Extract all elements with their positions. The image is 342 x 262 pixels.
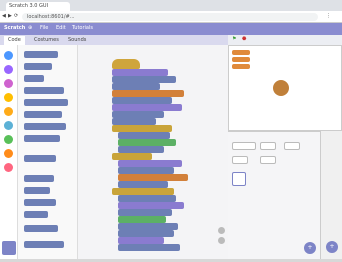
menu-icon[interactable]: ⋮ [326, 13, 331, 19]
green-flag-icon[interactable]: ⚑ [232, 36, 236, 42]
globe-icon[interactable]: ⊕ [28, 25, 32, 31]
browser-tabbar: Scratch 3.0 GUI [0, 0, 342, 11]
control-block[interactable] [112, 125, 172, 132]
script-block[interactable] [118, 209, 172, 216]
script-block[interactable] [118, 167, 174, 174]
forward-icon[interactable]: ▶ [8, 13, 12, 19]
add-sprite-icon[interactable]: + [304, 242, 316, 254]
x-field[interactable] [260, 142, 276, 150]
palette-block[interactable] [24, 175, 54, 182]
script-block[interactable] [112, 69, 168, 76]
category-looks[interactable] [4, 65, 13, 74]
category-events[interactable] [4, 93, 13, 102]
menu-bar: Scratch ⊕ File Edit Tutorials [0, 23, 342, 35]
script-block[interactable] [118, 237, 164, 244]
menu-file[interactable]: File [40, 25, 48, 31]
hat-block[interactable] [112, 59, 140, 69]
scratch-logo[interactable]: Scratch [4, 25, 25, 31]
script-workspace[interactable] [78, 45, 228, 259]
script-block[interactable] [112, 104, 182, 111]
palette-block[interactable] [24, 123, 66, 130]
script-block[interactable] [118, 174, 188, 181]
add-backdrop-icon[interactable]: + [326, 241, 338, 253]
script-block[interactable] [112, 111, 164, 118]
browser-tab[interactable]: Scratch 3.0 GUI [6, 2, 70, 11]
stage-selector: + [320, 131, 342, 259]
palette-block[interactable] [24, 211, 48, 218]
sprite-info-panel: + [228, 131, 320, 259]
category-menu [0, 45, 18, 259]
category-sensing[interactable] [4, 121, 13, 130]
category-control[interactable] [4, 107, 13, 116]
menu-tutorials[interactable]: Tutorials [72, 25, 93, 31]
palette-block[interactable] [24, 75, 44, 82]
script-block[interactable] [118, 160, 182, 167]
zoom-in-icon[interactable] [218, 227, 225, 234]
category-my-blocks[interactable] [4, 163, 13, 172]
editor-tabs: Code Costumes Sounds [0, 35, 228, 47]
category-variables[interactable] [4, 149, 13, 158]
variable-monitor [232, 57, 250, 62]
add-extension-button[interactable] [2, 241, 16, 255]
palette-block[interactable] [24, 51, 58, 58]
y-field[interactable] [284, 142, 300, 150]
script-block[interactable] [112, 118, 156, 125]
menu-edit[interactable]: Edit [56, 25, 66, 31]
palette-block[interactable] [24, 199, 56, 206]
stop-icon[interactable]: ⬣ [242, 36, 246, 42]
sprite-name-field[interactable] [232, 142, 256, 150]
palette-block[interactable] [24, 63, 52, 70]
script-block[interactable] [118, 146, 164, 153]
block-palette [18, 45, 78, 259]
back-icon[interactable]: ◀ [2, 13, 6, 19]
palette-block[interactable] [24, 135, 60, 142]
control-block[interactable] [112, 188, 174, 195]
palette-block[interactable] [24, 225, 58, 232]
script-block[interactable] [112, 97, 172, 104]
palette-block[interactable] [24, 111, 62, 118]
stage[interactable] [228, 45, 342, 131]
palette-block[interactable] [24, 187, 50, 194]
variable-monitor [232, 50, 250, 55]
refresh-icon[interactable]: ⟳ [14, 13, 18, 19]
script-block[interactable] [118, 202, 184, 209]
script-block[interactable] [118, 132, 170, 139]
browser-toolbar: ◀ ▶ ⟳ localhost:8601/#... ⋮ [0, 11, 342, 23]
zoom-out-icon[interactable] [218, 237, 225, 244]
size-field[interactable] [232, 156, 248, 164]
address-input[interactable]: localhost:8601/#... [22, 13, 318, 21]
sprite-thumbnail[interactable] [232, 172, 246, 186]
sprite-character[interactable] [273, 80, 289, 96]
script-block[interactable] [118, 195, 176, 202]
script-block[interactable] [112, 76, 176, 83]
direction-field[interactable] [260, 156, 276, 164]
variable-monitor [232, 64, 250, 69]
script-block[interactable] [112, 90, 184, 97]
palette-block[interactable] [24, 99, 68, 106]
category-motion[interactable] [4, 51, 13, 60]
stage-header: ⚑ ⬣ [228, 35, 342, 45]
script-block[interactable] [118, 244, 180, 251]
script-block[interactable] [118, 139, 176, 146]
script-block[interactable] [118, 230, 174, 237]
script-block[interactable] [112, 83, 160, 90]
category-operators[interactable] [4, 135, 13, 144]
palette-block[interactable] [24, 87, 64, 94]
script-block[interactable] [118, 223, 178, 230]
category-sound[interactable] [4, 79, 13, 88]
script-block[interactable] [118, 181, 168, 188]
control-block[interactable] [112, 153, 152, 160]
palette-block[interactable] [24, 155, 56, 162]
palette-block[interactable] [24, 241, 64, 248]
script-block[interactable] [118, 216, 166, 223]
